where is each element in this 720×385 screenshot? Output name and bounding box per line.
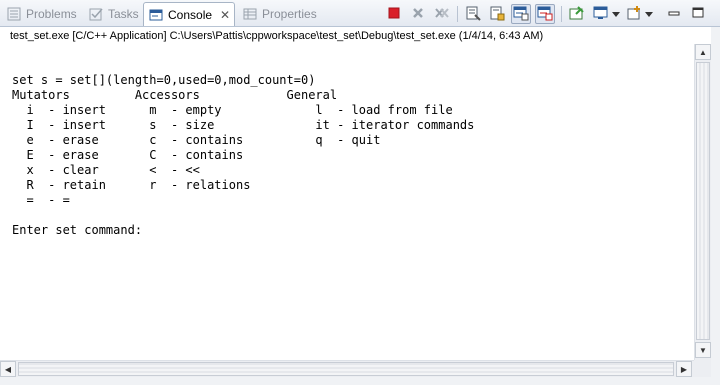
minimize-icon bbox=[668, 7, 680, 22]
show-on-stderr-button[interactable] bbox=[535, 4, 555, 24]
vertical-scroll-thumb[interactable] bbox=[696, 62, 710, 340]
tab-tasks-label: Tasks bbox=[108, 7, 139, 21]
open-console-button[interactable] bbox=[624, 4, 644, 24]
clear-console-icon bbox=[465, 5, 481, 24]
view-border bbox=[711, 27, 720, 385]
tab-properties-label: Properties bbox=[262, 7, 317, 21]
horizontal-scrollbar[interactable]: ◀ ▶ bbox=[0, 360, 694, 377]
scroll-down-icon[interactable]: ▼ bbox=[695, 342, 711, 358]
pin-console-button[interactable] bbox=[567, 4, 587, 24]
tab-problems-label: Problems bbox=[26, 7, 77, 21]
tab-problems[interactable]: Problems bbox=[6, 2, 77, 26]
console-text: set s = set[](length=0,used=0,mod_count=… bbox=[12, 73, 475, 237]
maximize-icon bbox=[692, 7, 704, 22]
open-console-icon bbox=[626, 5, 642, 24]
view-border bbox=[0, 377, 720, 385]
chevron-down-icon bbox=[612, 7, 620, 21]
display-selected-console-button[interactable] bbox=[591, 4, 611, 24]
console-output-area[interactable]: set s = set[](length=0,used=0,mod_count=… bbox=[0, 44, 694, 360]
remove-launch-button[interactable] bbox=[408, 4, 428, 24]
toolbar-separator bbox=[457, 6, 458, 22]
pin-console-icon bbox=[569, 5, 585, 24]
open-console-dropdown[interactable] bbox=[643, 4, 655, 24]
remove-all-terminated-button[interactable] bbox=[432, 4, 452, 24]
terminate-icon bbox=[388, 7, 400, 22]
scroll-lock-icon bbox=[489, 5, 505, 24]
scroll-lock-button[interactable] bbox=[487, 4, 507, 24]
toolbar-separator bbox=[561, 6, 562, 22]
display-selected-console-icon bbox=[593, 5, 609, 24]
scroll-left-icon[interactable]: ◀ bbox=[0, 361, 16, 377]
tasks-icon bbox=[88, 6, 104, 22]
close-icon[interactable]: ✕ bbox=[220, 8, 230, 22]
minimize-button[interactable] bbox=[664, 4, 684, 24]
remove-launch-icon bbox=[411, 6, 425, 23]
tab-tasks[interactable]: Tasks bbox=[88, 2, 139, 26]
process-description: test_set.exe [C/C++ Application] C:\User… bbox=[10, 30, 544, 42]
horizontal-scroll-thumb[interactable] bbox=[18, 362, 674, 376]
view-tab-bar: Problems Tasks Console ✕ Properties bbox=[0, 0, 720, 27]
scroll-right-icon[interactable]: ▶ bbox=[676, 361, 692, 377]
problems-icon bbox=[6, 6, 22, 22]
show-on-stdout-icon bbox=[513, 5, 529, 24]
terminate-button[interactable] bbox=[384, 4, 404, 24]
chevron-down-icon bbox=[645, 7, 653, 21]
show-on-stderr-icon bbox=[537, 5, 553, 24]
maximize-button[interactable] bbox=[688, 4, 708, 24]
clear-console-button[interactable] bbox=[463, 4, 483, 24]
remove-all-terminated-icon bbox=[434, 6, 450, 23]
display-selected-console-dropdown[interactable] bbox=[610, 4, 622, 24]
console-icon bbox=[148, 7, 164, 23]
tab-console-label: Console bbox=[168, 7, 213, 22]
scrollbar-corner bbox=[694, 360, 711, 377]
scroll-up-icon[interactable]: ▲ bbox=[695, 44, 711, 60]
show-on-stdout-button[interactable] bbox=[511, 4, 531, 24]
vertical-scrollbar[interactable]: ▲ ▼ bbox=[694, 44, 711, 360]
properties-icon bbox=[242, 6, 258, 22]
tab-properties[interactable]: Properties bbox=[242, 2, 317, 26]
tab-console[interactable]: Console ✕ bbox=[143, 2, 236, 26]
